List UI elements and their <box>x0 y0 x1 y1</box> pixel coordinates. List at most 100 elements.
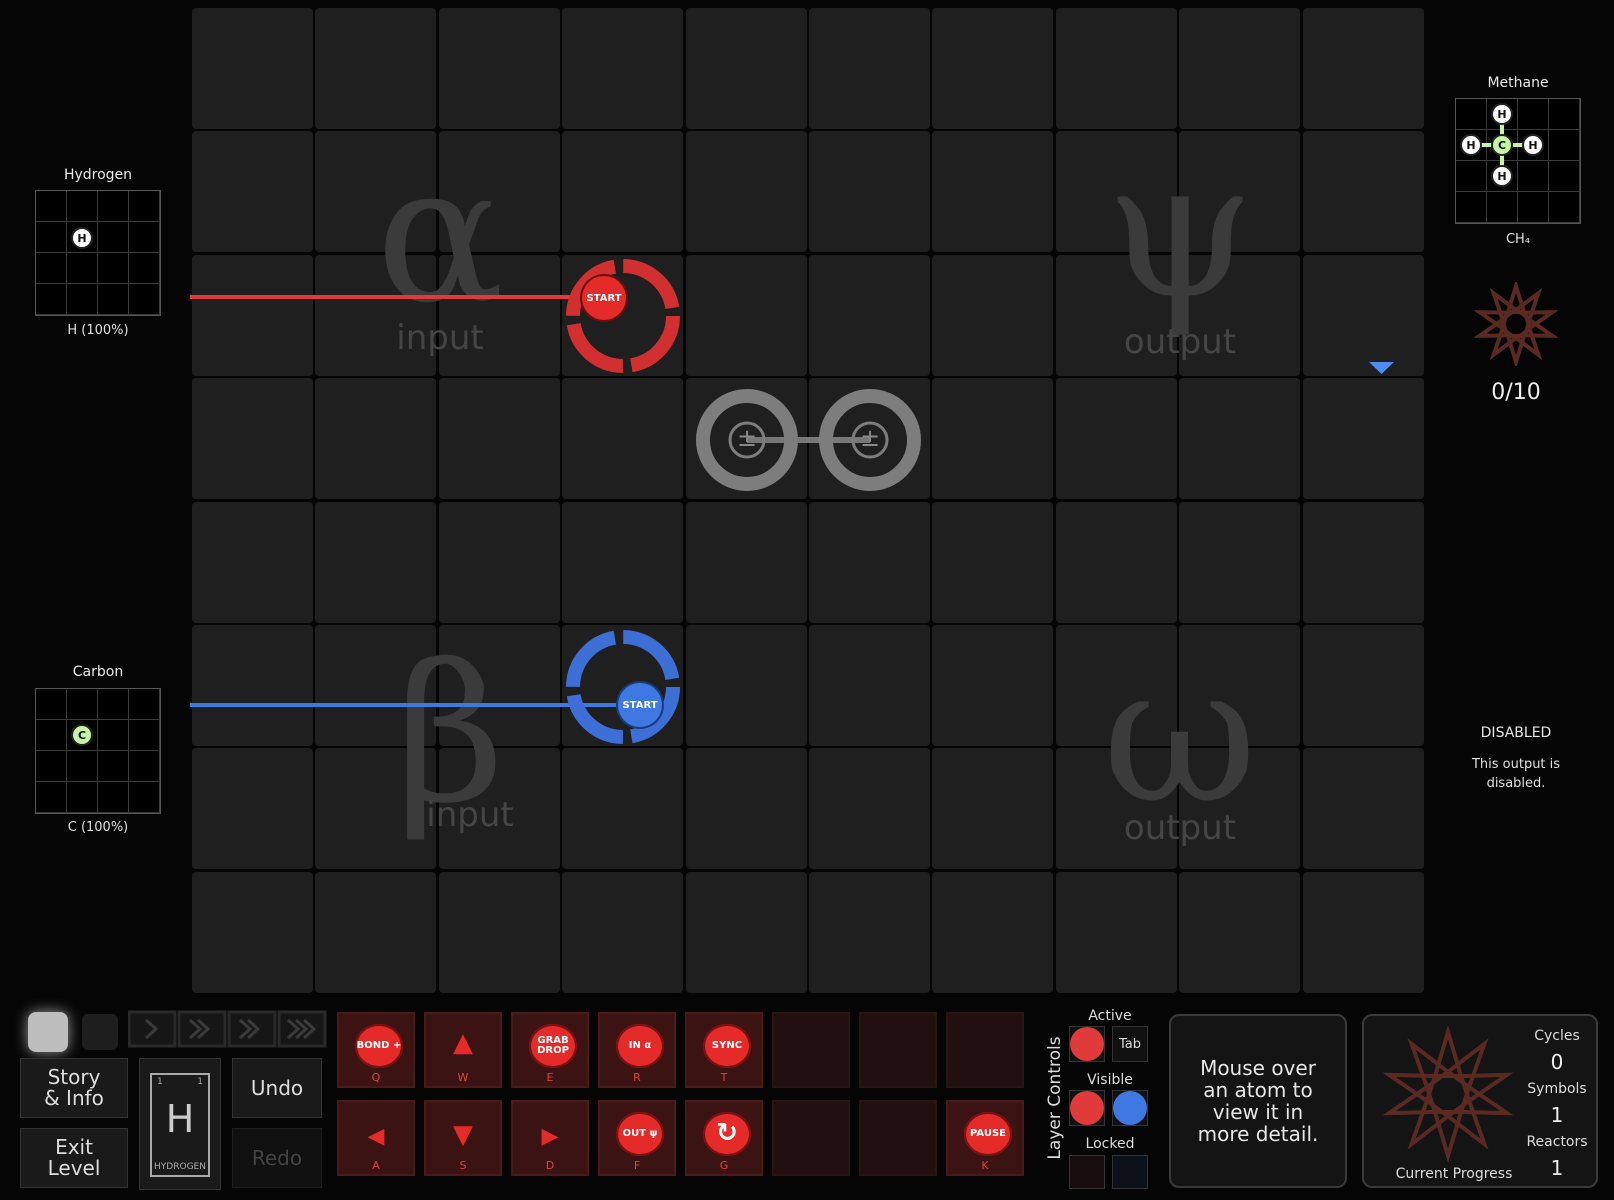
tool-down-button[interactable]: ▼ S <box>424 1100 502 1176</box>
molecule-grid-cell <box>36 751 67 782</box>
molecule-grid-cell <box>67 689 98 720</box>
hydrogen-atom: H <box>71 227 93 249</box>
molecule-grid-cell <box>98 689 129 720</box>
disabled-output-text: This output is disabled. <box>1471 757 1561 791</box>
output-marker-icon <box>1369 362 1394 374</box>
arrow-right-icon: ▶ <box>541 1124 559 1149</box>
undo-button[interactable]: Undo <box>232 1058 322 1118</box>
layer-active-label: Active <box>1088 1008 1132 1024</box>
story-info-label: Story & Info <box>44 1065 104 1110</box>
methane-bonds <box>1471 114 1533 176</box>
disabled-output-title: DISABLED <box>1480 725 1552 741</box>
story-info-button[interactable]: Story & Info <box>20 1058 128 1118</box>
tool-up-button[interactable]: ▲ W <box>424 1012 502 1088</box>
molecule-grid-cell <box>67 191 98 222</box>
step-indicator[interactable] <box>82 1014 118 1050</box>
molecule-grid-cell <box>36 689 67 720</box>
layer-locked-red[interactable] <box>1069 1155 1105 1189</box>
tool-down-key: S <box>459 1159 467 1172</box>
layer-active-red[interactable] <box>1069 1026 1105 1062</box>
blue-start-marker[interactable]: START <box>618 683 662 727</box>
reactors-value: 1 <box>1550 1156 1564 1180</box>
layer-visible-red[interactable] <box>1069 1090 1105 1126</box>
pause-icon: PAUSE <box>964 1112 1012 1156</box>
tool-pause-key: K <box>981 1159 989 1172</box>
tool-slot-empty-3[interactable] <box>946 1012 1024 1088</box>
out-psi-icon: OUT ψ <box>616 1112 664 1156</box>
tool-grab-drop-button[interactable]: GRAB DROP E <box>511 1012 589 1088</box>
tool-out-psi-button[interactable]: OUT ψ F <box>598 1100 676 1176</box>
element-card[interactable]: 1 1 H HYDROGEN <box>139 1058 221 1190</box>
methane-hydrogen-right: H <box>1522 134 1544 156</box>
tool-rotate-button[interactable]: ↻ G <box>685 1100 763 1176</box>
tool-left-button[interactable]: ◀ A <box>337 1100 415 1176</box>
tool-sync-button[interactable]: SYNC T <box>685 1012 763 1088</box>
molecule-grid-cell <box>98 720 129 751</box>
tool-slot-empty-5[interactable] <box>859 1100 937 1176</box>
element-name: HYDROGEN <box>154 1162 206 1172</box>
red-visible-dot <box>1070 1091 1104 1125</box>
layer-controls-title: Layer Controls <box>1045 1036 1065 1160</box>
element-number-left: 1 <box>157 1077 163 1087</box>
exit-level-label: Exit Level <box>47 1135 101 1180</box>
molecule-grid-cell <box>36 782 67 813</box>
molecule-grid-cell <box>67 751 98 782</box>
tool-left-key: A <box>372 1159 380 1172</box>
molecule-grid-cell <box>36 284 67 315</box>
red-layer-dot <box>1070 1027 1104 1061</box>
atom-info-text: Mouse over an atom to view it in more de… <box>1197 1056 1319 1146</box>
methane-hydrogen-bottom: H <box>1491 165 1513 187</box>
tool-right-key: D <box>545 1159 555 1172</box>
sync-icon: SYNC <box>703 1024 751 1068</box>
tool-in-alpha-key: R <box>633 1071 641 1084</box>
tool-up-key: W <box>457 1071 469 1084</box>
carbon-input-grid <box>35 688 161 814</box>
bond-plus-icon: BOND + <box>355 1024 403 1068</box>
redo-button[interactable]: Redo <box>232 1128 322 1188</box>
methane-hydrogen-top: H <box>1491 103 1513 125</box>
methane-output-title: Methane <box>1487 75 1549 91</box>
molecule-grid-cell <box>98 222 129 253</box>
tool-slot-empty-1[interactable] <box>772 1012 850 1088</box>
methane-formula: CH₄ <box>1505 232 1531 247</box>
tool-slot-empty-2[interactable] <box>859 1012 937 1088</box>
layer-tab-button[interactable]: Tab <box>1112 1026 1148 1062</box>
speed-chevrons[interactable] <box>128 1010 328 1050</box>
carbon-atom: C <box>71 724 93 746</box>
layer-locked-label: Locked <box>1085 1136 1135 1152</box>
molecule-grid-cell <box>98 284 129 315</box>
layer-locked-blue[interactable] <box>1112 1155 1148 1189</box>
molecule-grid-cell <box>98 191 129 222</box>
molecule-grid-cell <box>129 720 160 751</box>
molecule-grid-cell <box>129 284 160 315</box>
molecule-grid-cell <box>98 751 129 782</box>
carbon-input-title: Carbon <box>72 664 124 680</box>
molecule-grid-cell <box>129 253 160 284</box>
molecule-grid-cell <box>67 253 98 284</box>
hydrogen-input-grid <box>35 190 161 316</box>
tool-out-psi-key: F <box>633 1159 641 1172</box>
atom-info-panel: Mouse over an atom to view it in more de… <box>1169 1014 1347 1188</box>
arrow-up-icon: ▲ <box>453 1028 473 1058</box>
tool-in-alpha-button[interactable]: IN α R <box>598 1012 676 1088</box>
tool-bond-key: Q <box>371 1071 381 1084</box>
tool-grab-drop-key: E <box>546 1071 554 1084</box>
element-symbol: H <box>165 1097 195 1141</box>
molecule-grid-cell <box>129 751 160 782</box>
methane-hydrogen-left: H <box>1460 134 1482 156</box>
reactors-label: Reactors <box>1526 1134 1588 1150</box>
blue-waldo-ring <box>566 630 680 744</box>
blue-start-label: START <box>622 699 658 711</box>
exit-level-button[interactable]: Exit Level <box>20 1128 128 1188</box>
stop-indicator[interactable] <box>28 1012 68 1052</box>
tool-right-button[interactable]: ▶ D <box>511 1100 589 1176</box>
tool-bond-button[interactable]: BOND + Q <box>337 1012 415 1088</box>
tool-pause-button[interactable]: PAUSE K <box>946 1100 1024 1176</box>
red-start-marker[interactable]: START <box>582 276 626 320</box>
layer-visible-blue[interactable] <box>1112 1090 1148 1126</box>
tool-slot-empty-4[interactable] <box>772 1100 850 1176</box>
molecule-grid-cell <box>36 253 67 284</box>
grab-drop-icon: GRAB DROP <box>529 1024 577 1068</box>
redo-label: Redo <box>251 1146 303 1170</box>
arrow-left-icon: ◀ <box>367 1124 385 1149</box>
